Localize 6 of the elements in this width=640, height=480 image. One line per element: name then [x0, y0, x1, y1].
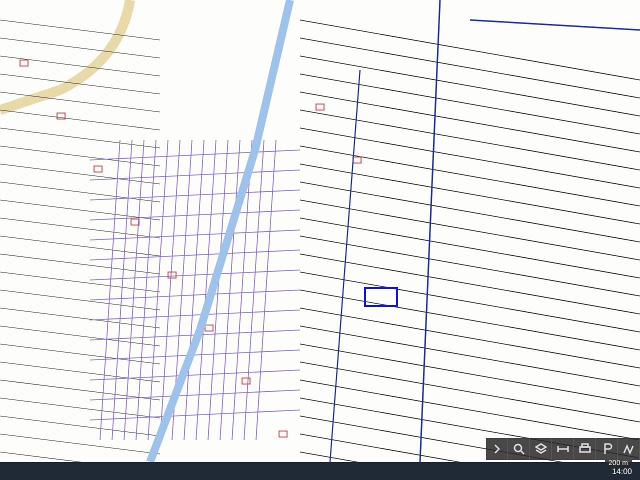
chevron-icon [492, 443, 502, 455]
clock-time: 14:00 [612, 466, 632, 476]
layers-icon [534, 443, 546, 455]
search-icon [512, 443, 524, 455]
ruler-icon [556, 443, 568, 455]
print-icon [578, 443, 590, 455]
